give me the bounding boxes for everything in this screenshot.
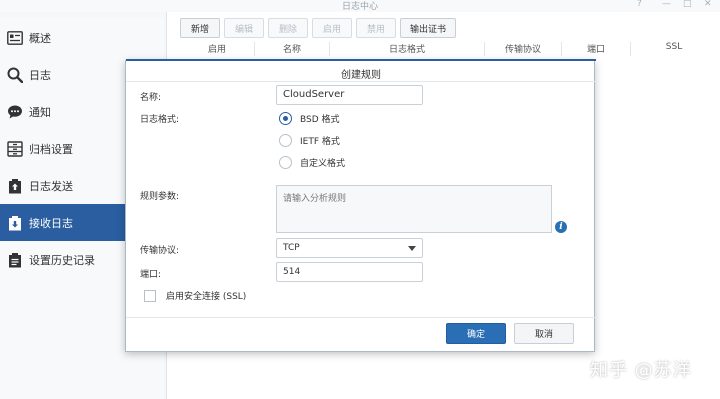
sidebar-item-overview[interactable]: 概述 <box>0 19 164 56</box>
window-titlebar: 日志中心 ? — □ ✕ <box>0 0 720 12</box>
divider <box>126 81 596 82</box>
radio-button[interactable] <box>279 133 292 147</box>
export-certificate-button[interactable]: 输出证书 <box>400 18 456 38</box>
column-header-ssl[interactable]: SSL <box>631 42 717 56</box>
name-label: 名称: <box>140 93 162 103</box>
minimize-icon[interactable]: — <box>662 0 671 9</box>
port-label: 端口: <box>140 270 162 280</box>
column-header-log-format[interactable]: 日志格式 <box>330 42 485 56</box>
window-title: 日志中心 <box>341 2 378 12</box>
port-input[interactable]: 514 <box>276 262 423 282</box>
chevron-down-icon <box>408 246 416 251</box>
rule-params-textarea[interactable]: 请输入分析规则 <box>276 185 552 233</box>
dialog-accent-bar <box>126 59 596 61</box>
protocol-label: 传输协议: <box>140 246 180 256</box>
dialog-title: 创建规则 <box>341 70 381 81</box>
format-option-label: BSD 格式 <box>300 114 340 125</box>
ssl-option[interactable]: 启用安全连接 (SSL) <box>144 289 246 302</box>
format-option-label: IETF 格式 <box>300 136 340 147</box>
log-format-label: 日志格式: <box>140 115 180 125</box>
upload-doc-icon <box>7 178 23 194</box>
search-icon <box>7 67 23 83</box>
create-rule-dialog: 创建规则 名称: CloudServer 日志格式: BSD 格式 IETF 格… <box>125 59 596 352</box>
archive-icon <box>7 140 23 157</box>
maximize-icon[interactable]: □ <box>683 0 692 9</box>
delete-button[interactable]: 删除 <box>268 18 308 38</box>
column-header-port[interactable]: 端口 <box>562 42 631 56</box>
help-icon[interactable]: ? <box>637 0 642 9</box>
close-icon[interactable]: ✕ <box>704 0 712 9</box>
name-input[interactable]: CloudServer <box>276 85 423 105</box>
column-header-protocol[interactable]: 传输协议 <box>485 42 562 56</box>
column-header-name[interactable]: 名称 <box>255 42 330 56</box>
radio-button[interactable] <box>279 155 292 169</box>
rule-params-label: 规则参数: <box>140 192 180 202</box>
column-header-enabled[interactable]: 启用 <box>180 42 255 56</box>
confirm-button[interactable]: 确定 <box>446 323 506 344</box>
sidebar-item-label: 归档设置 <box>29 142 73 156</box>
sidebar-item-label: 设置历史记录 <box>29 253 95 267</box>
disable-button[interactable]: 禁用 <box>356 18 396 38</box>
overview-icon <box>7 30 23 46</box>
sidebar-item-label: 接收日志 <box>29 216 73 230</box>
sidebar-item-label: 通知 <box>29 105 51 119</box>
radio-button[interactable] <box>279 111 292 125</box>
add-button[interactable]: 新增 <box>180 18 220 38</box>
format-option-label: 自定义格式 <box>300 158 346 169</box>
ssl-label: 启用安全连接 (SSL) <box>166 292 247 302</box>
ssl-checkbox[interactable] <box>144 289 156 302</box>
format-option-ietf[interactable]: IETF 格式 <box>279 133 340 147</box>
protocol-select[interactable]: TCP <box>276 238 423 258</box>
sidebar-item-label: 日志发送 <box>29 179 73 193</box>
download-doc-icon <box>7 215 23 231</box>
enable-button[interactable]: 启用 <box>312 18 352 38</box>
cancel-button[interactable]: 取消 <box>514 323 574 344</box>
info-icon[interactable]: i <box>555 221 567 233</box>
edit-button[interactable]: 编辑 <box>224 18 264 38</box>
sidebar-item-label: 概述 <box>29 31 51 45</box>
divider <box>126 317 596 318</box>
sidebar-item-label: 日志 <box>29 68 51 82</box>
clipboard-icon <box>7 252 23 268</box>
chat-bubble-icon <box>7 104 23 120</box>
format-option-custom[interactable]: 自定义格式 <box>279 155 345 169</box>
protocol-value: TCP <box>283 243 300 253</box>
watermark: 知乎 @苏洋 <box>590 360 692 381</box>
format-option-bsd[interactable]: BSD 格式 <box>279 111 340 125</box>
